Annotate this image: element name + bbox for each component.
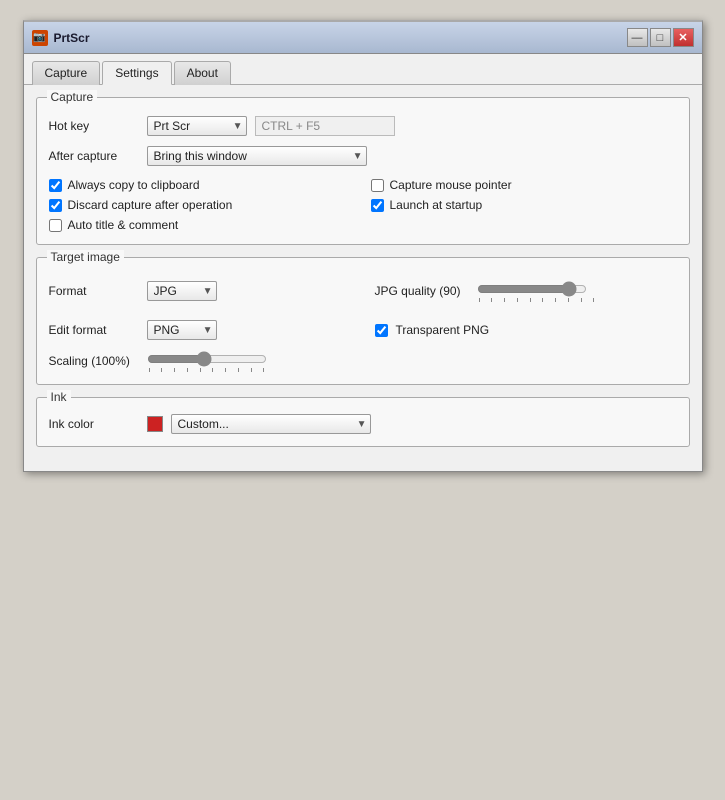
ink-color-row: Ink color Custom... Black White Red Blue… xyxy=(49,414,677,434)
always-copy-checkbox[interactable] xyxy=(49,179,62,192)
scaling-label: Scaling (100%) xyxy=(49,354,139,368)
tick xyxy=(200,368,201,372)
target-image-group: Target image Format JPG PNG BMP GIF ▼ xyxy=(36,257,690,385)
edit-format-row: Edit format PNG BMP GIF ▼ xyxy=(49,320,351,340)
after-capture-select[interactable]: Bring this window Do nothing Open in edi… xyxy=(147,146,367,166)
format-select-wrapper: JPG PNG BMP GIF ▼ xyxy=(147,281,217,301)
scaling-slider[interactable] xyxy=(147,350,267,368)
edit-format-select-wrapper: PNG BMP GIF ▼ xyxy=(147,320,217,340)
capture-mouse-checkbox[interactable] xyxy=(371,179,384,192)
hotkey-row: Hot key Prt Scr F5 F6 ▼ xyxy=(49,116,677,136)
auto-title-row: Auto title & comment xyxy=(49,218,355,232)
tick xyxy=(593,298,594,302)
ink-group-label: Ink xyxy=(47,390,71,404)
maximize-button[interactable]: □ xyxy=(650,28,671,47)
after-capture-row: After capture Bring this window Do nothi… xyxy=(49,146,677,166)
checkboxes-area: Always copy to clipboard Capture mouse p… xyxy=(49,178,677,232)
tick xyxy=(491,298,492,302)
always-copy-row: Always copy to clipboard xyxy=(49,178,355,192)
capture-mouse-row: Capture mouse pointer xyxy=(371,178,677,192)
tick xyxy=(251,368,252,372)
target-image-label: Target image xyxy=(47,250,124,264)
auto-title-checkbox[interactable] xyxy=(49,219,62,232)
tick xyxy=(568,298,569,302)
launch-startup-label: Launch at startup xyxy=(390,198,483,212)
transparent-png-row: Transparent PNG xyxy=(375,320,677,340)
ink-color-swatch xyxy=(147,416,163,432)
scaling-ticks xyxy=(147,368,267,372)
always-copy-label: Always copy to clipboard xyxy=(68,178,200,192)
scaling-slider-container xyxy=(147,350,267,372)
edit-format-select[interactable]: PNG BMP GIF xyxy=(147,320,217,340)
app-window: 📷 PrtScr — □ ✕ Capture Settings About Ca… xyxy=(23,20,703,472)
capture-group: Capture Hot key Prt Scr F5 F6 ▼ After ca… xyxy=(36,97,690,245)
format-select[interactable]: JPG PNG BMP GIF xyxy=(147,281,217,301)
title-bar-controls: — □ ✕ xyxy=(627,28,694,47)
transparent-png-checkbox[interactable] xyxy=(375,324,388,337)
discard-capture-row: Discard capture after operation xyxy=(49,198,355,212)
ink-color-select[interactable]: Custom... Black White Red Blue xyxy=(171,414,371,434)
launch-startup-checkbox[interactable] xyxy=(371,199,384,212)
hotkey-select[interactable]: Prt Scr F5 F6 xyxy=(147,116,247,136)
tick xyxy=(530,298,531,302)
jpg-quality-slider[interactable] xyxy=(477,280,587,298)
tab-bar: Capture Settings About xyxy=(24,54,702,85)
tick xyxy=(187,368,188,372)
scaling-row: Scaling (100%) xyxy=(49,350,677,372)
capture-group-label: Capture xyxy=(47,90,98,104)
tick xyxy=(555,298,556,302)
tab-capture[interactable]: Capture xyxy=(32,61,101,85)
tab-about[interactable]: About xyxy=(174,61,231,85)
jpg-quality-ticks xyxy=(477,298,597,302)
tick xyxy=(581,298,582,302)
target-grid: Format JPG PNG BMP GIF ▼ JPG quality (90… xyxy=(49,274,677,340)
title-bar: 📷 PrtScr — □ ✕ xyxy=(24,22,702,54)
minimize-button[interactable]: — xyxy=(627,28,648,47)
tab-settings[interactable]: Settings xyxy=(102,61,171,85)
settings-content: Capture Hot key Prt Scr F5 F6 ▼ After ca… xyxy=(24,85,702,471)
hotkey-extra-input xyxy=(255,116,395,136)
edit-format-label: Edit format xyxy=(49,323,139,337)
jpg-quality-slider-container xyxy=(477,280,597,302)
tick xyxy=(174,368,175,372)
close-button[interactable]: ✕ xyxy=(673,28,694,47)
after-capture-label: After capture xyxy=(49,149,139,163)
transparent-png-label: Transparent PNG xyxy=(396,323,490,337)
tick xyxy=(517,298,518,302)
app-icon: 📷 xyxy=(32,30,48,46)
jpg-quality-label: JPG quality (90) xyxy=(375,284,461,298)
auto-title-label: Auto title & comment xyxy=(68,218,179,232)
launch-startup-row: Launch at startup xyxy=(371,198,677,212)
tick xyxy=(263,368,264,372)
ink-group: Ink Ink color Custom... Black White Red … xyxy=(36,397,690,447)
format-row: Format JPG PNG BMP GIF ▼ xyxy=(49,280,351,302)
capture-mouse-label: Capture mouse pointer xyxy=(390,178,512,192)
window-title: PrtScr xyxy=(54,31,90,45)
discard-capture-checkbox[interactable] xyxy=(49,199,62,212)
tick xyxy=(161,368,162,372)
hotkey-label: Hot key xyxy=(49,119,139,133)
ink-select-wrapper: Custom... Black White Red Blue ▼ xyxy=(171,414,371,434)
jpg-quality-row: JPG quality (90) xyxy=(375,280,677,302)
tick xyxy=(212,368,213,372)
tick xyxy=(479,298,480,302)
tick xyxy=(238,368,239,372)
discard-capture-label: Discard capture after operation xyxy=(68,198,233,212)
tick xyxy=(225,368,226,372)
tick xyxy=(504,298,505,302)
after-capture-select-wrapper: Bring this window Do nothing Open in edi… xyxy=(147,146,367,166)
hotkey-select-wrapper: Prt Scr F5 F6 ▼ xyxy=(147,116,247,136)
tick xyxy=(542,298,543,302)
ink-color-label: Ink color xyxy=(49,417,139,431)
format-label: Format xyxy=(49,284,139,298)
tick xyxy=(149,368,150,372)
title-bar-left: 📷 PrtScr xyxy=(32,30,90,46)
